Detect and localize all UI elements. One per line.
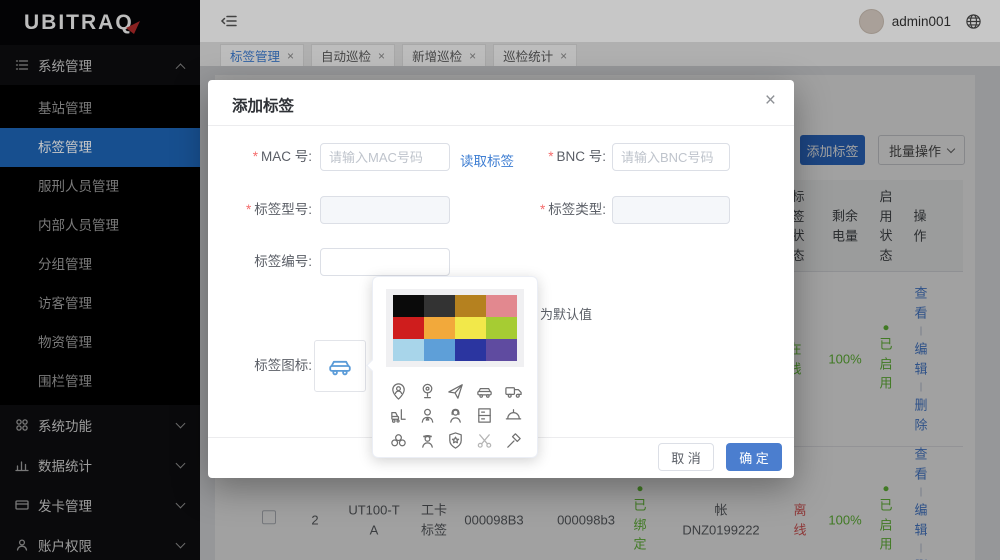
police-icon[interactable]	[413, 428, 442, 453]
color-swatch[interactable]	[455, 317, 486, 339]
confirm-button[interactable]: 确 定	[726, 443, 782, 471]
color-swatch[interactable]	[393, 295, 424, 317]
required-star: *	[548, 149, 553, 164]
selected-tag-icon-box[interactable]	[314, 340, 366, 392]
scissors-icon[interactable]	[470, 428, 499, 453]
color-swatch[interactable]	[424, 339, 455, 361]
popup-arrow	[366, 359, 379, 372]
paper-plane-icon[interactable]	[442, 379, 471, 404]
female-worker-icon[interactable]	[442, 404, 471, 429]
tag-type-label: *标签类型:	[522, 196, 606, 224]
read-tag-link[interactable]: 读取标签	[460, 150, 514, 170]
tag-code-input[interactable]	[320, 248, 450, 276]
dialog-title: 添加标签	[232, 94, 294, 116]
required-star: *	[540, 202, 545, 217]
required-star: *	[246, 202, 251, 217]
color-swatch[interactable]	[393, 339, 424, 361]
bnc-input[interactable]	[612, 143, 730, 171]
color-swatch[interactable]	[424, 317, 455, 339]
male-worker-icon[interactable]	[413, 404, 442, 429]
app-screen: UBITRAQ 系统管理 基站管理标签管理服刑人员管理内部人员管理分组管理访客管…	[0, 0, 1000, 560]
bnc-label: *BNC 号:	[522, 143, 606, 171]
add-tag-dialog: 添加标签 × *MAC 号: 读取标签 *BNC 号: *标签型号: *标签类型…	[208, 80, 794, 478]
hammer-icon[interactable]	[499, 428, 528, 453]
forklift-icon[interactable]	[384, 404, 413, 429]
color-swatch[interactable]	[424, 295, 455, 317]
tag-model-input[interactable]	[320, 196, 450, 224]
helmet-icon[interactable]	[499, 404, 528, 429]
person-pin-icon[interactable]	[384, 379, 413, 404]
color-swatch[interactable]	[486, 339, 517, 361]
color-palette-panel	[386, 289, 524, 367]
car-icon	[326, 352, 354, 380]
tag-type-input[interactable]	[612, 196, 730, 224]
close-icon[interactable]: ×	[765, 90, 776, 112]
wheels-icon[interactable]	[384, 428, 413, 453]
truck-icon[interactable]	[499, 379, 528, 404]
dialog-header-divider	[208, 125, 794, 126]
icon-picker-popup	[372, 276, 538, 458]
tag-code-label: 标签编号:	[228, 248, 312, 276]
color-swatch[interactable]	[455, 295, 486, 317]
color-swatch[interactable]	[486, 317, 517, 339]
tag-icon-label: 标签图标:	[228, 352, 312, 380]
color-swatch[interactable]	[393, 317, 424, 339]
shelf-icon[interactable]	[470, 404, 499, 429]
location-pin-icon[interactable]	[413, 379, 442, 404]
tag-model-label: *标签型号:	[228, 196, 312, 224]
color-swatch[interactable]	[455, 339, 486, 361]
default-color-hint: 为默认值	[540, 304, 592, 323]
car-icon[interactable]	[470, 379, 499, 404]
mac-input[interactable]	[320, 143, 450, 171]
cancel-button[interactable]: 取 消	[658, 443, 714, 471]
color-swatch[interactable]	[486, 295, 517, 317]
mac-label: *MAC 号:	[228, 143, 312, 171]
icon-grid	[384, 379, 528, 453]
required-star: *	[253, 149, 258, 164]
color-palette	[393, 295, 517, 361]
badge-icon[interactable]	[442, 428, 471, 453]
